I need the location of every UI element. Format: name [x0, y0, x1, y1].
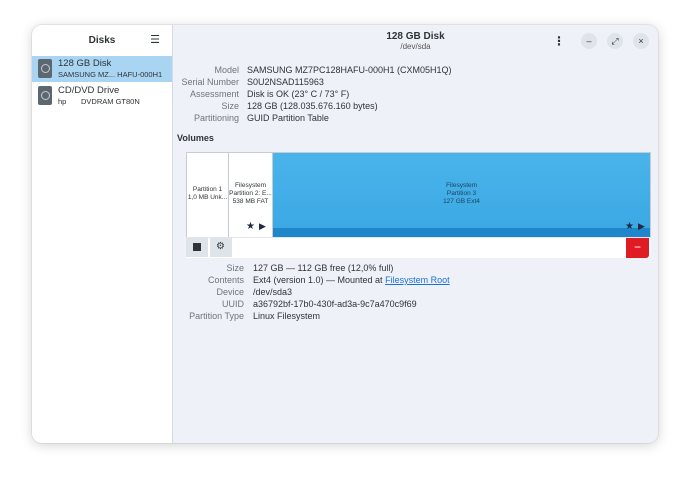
partition-type-label: Partition Type — [189, 311, 244, 321]
partition-1-line2: 1,0 MB Unk... — [187, 194, 228, 201]
partition-2-line3: 538 MB FAT — [232, 198, 269, 205]
sidebar-item-128gb-disk[interactable]: 128 GB Disk SAMSUNG MZ... HAFU-000H1 — [32, 56, 172, 82]
partition-size-value: 127 GB — 112 GB free (12,0% full) — [253, 263, 394, 273]
partition-type-value: Linux Filesystem — [253, 311, 321, 321]
contents-value-row: Ext4 (version 1.0) — Mounted at Filesyst… — [253, 275, 450, 285]
model-label: Model — [214, 65, 239, 75]
maximize-button[interactable]: ⤢ — [607, 33, 623, 49]
partition-3-usage-bar — [273, 228, 650, 237]
device-vendor: hp — [58, 97, 67, 106]
partition-2-line2: Partition 2: E... — [229, 190, 272, 197]
close-button[interactable]: × — [633, 33, 649, 49]
assessment-label: Assessment — [189, 89, 239, 99]
partitioning-value: GUID Partition Table — [247, 113, 329, 123]
contents-label: Contents — [207, 275, 244, 285]
partition-1-line1: Partition 1 — [192, 186, 223, 193]
partition-3-line1: Filesystem — [445, 182, 478, 189]
gears-icon: ⚙ — [216, 241, 225, 252]
partition-3-line3: 127 GB Ext4 — [443, 198, 480, 205]
partition-2[interactable]: Filesystem Partition 2: E... 538 MB FAT … — [229, 153, 273, 237]
hamburger-menu-icon[interactable]: ☰ — [150, 35, 160, 46]
partition-1[interactable]: Partition 1 1,0 MB Unk... — [187, 153, 229, 237]
stop-button[interactable] — [186, 238, 208, 257]
star-icon: ★ — [625, 221, 634, 232]
device-label: Device — [216, 287, 244, 297]
model-value: SAMSUNG MZ7PC128HAFU-000H1 (CXM05H1Q) — [247, 65, 452, 75]
filesystem-root-link[interactable]: Filesystem Root — [385, 275, 450, 285]
partition-size-label: Size — [226, 263, 244, 273]
play-icon: ▶ — [638, 221, 645, 231]
size-label: Size — [221, 101, 239, 111]
serial-value: S0U2NSAD115963 — [247, 77, 324, 87]
kebab-menu-icon[interactable]: ⋮ — [553, 35, 565, 47]
assessment-value: Disk is OK (23° C / 73° F) — [247, 89, 350, 99]
partition-3[interactable]: Filesystem Partition 3 127 GB Ext4 ★ ▶ — [273, 153, 650, 237]
star-icon: ★ — [246, 221, 255, 232]
main-panel: 128 GB Disk /dev/sda ⋮ – ⤢ × Model SAMSU… — [173, 25, 658, 443]
stop-icon — [193, 243, 201, 251]
device-model: DVDRAM GT80N — [81, 97, 140, 106]
volume-map: Partition 1 1,0 MB Unk... Filesystem Par… — [186, 152, 651, 238]
sidebar-header: Disks ☰ — [32, 25, 172, 55]
partition-3-line2: Partition 3 — [446, 190, 477, 197]
contents-value: Ext4 (version 1.0) — Mounted at — [253, 275, 383, 285]
minimize-button[interactable]: – — [581, 33, 597, 49]
size-value: 128 GB (128.035.676.160 bytes) — [247, 101, 378, 111]
partition-settings-button[interactable]: ⚙ — [210, 238, 232, 257]
play-icon: ▶ — [259, 221, 266, 231]
disks-window: Disks ☰ 128 GB Disk SAMSUNG MZ... HAFU-0… — [32, 25, 658, 443]
device-model: SAMSUNG MZ... HAFU-000H1 — [58, 70, 163, 79]
serial-label: Serial Number — [181, 77, 239, 87]
harddisk-icon — [38, 59, 52, 78]
volume-toolbar: ⚙ − — [186, 237, 651, 258]
sidebar-item-cd-dvd-drive[interactable]: CD/DVD Drive hp DVDRAM GT80N — [32, 83, 172, 109]
device-name: CD/DVD Drive — [58, 85, 120, 96]
volumes-heading: Volumes — [177, 133, 214, 143]
delete-partition-button[interactable]: − — [626, 238, 649, 258]
uuid-label: UUID — [222, 299, 244, 309]
uuid-value: a36792bf-17b0-430f-ad3a-9c7a470c9f69 — [253, 299, 417, 309]
device-name: 128 GB Disk — [58, 58, 112, 69]
device-value: /dev/sda3 — [253, 287, 293, 297]
partitioning-label: Partitioning — [193, 113, 239, 123]
optical-drive-icon — [38, 86, 52, 105]
sidebar: Disks ☰ 128 GB Disk SAMSUNG MZ... HAFU-0… — [32, 25, 173, 443]
partition-2-line1: Filesystem — [234, 182, 267, 189]
